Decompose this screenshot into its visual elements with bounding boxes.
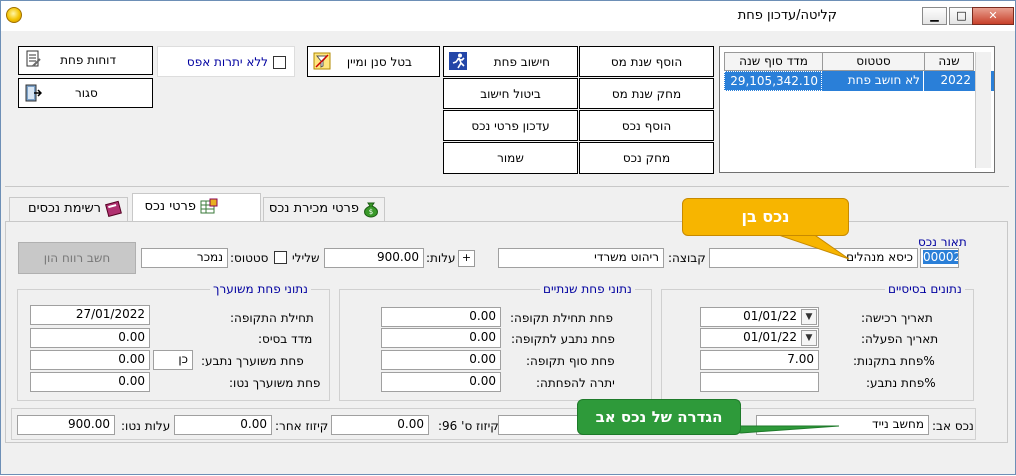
depreciation-window: קליטה/עדכון פחת ▁ □ ✕ דוחות פחת סגור ללא… xyxy=(0,0,1016,475)
callout-pointers xyxy=(700,228,850,434)
child-asset-callout: נכס בן xyxy=(682,198,849,236)
parent-asset-callout: הגדרה של נכס אב xyxy=(577,399,741,435)
